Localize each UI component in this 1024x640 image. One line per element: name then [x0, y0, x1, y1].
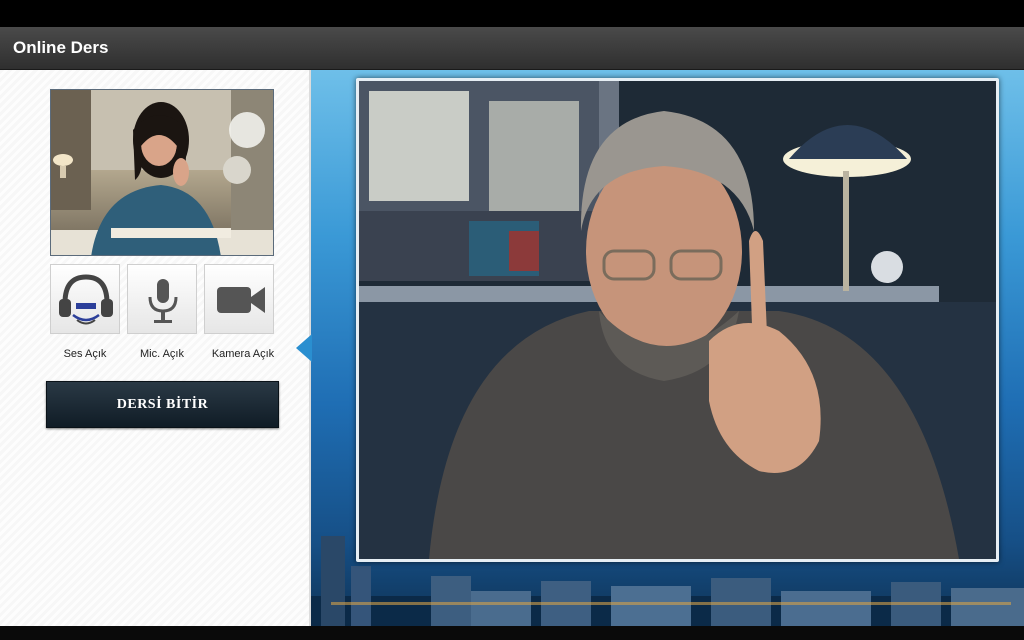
self-camera-preview	[50, 89, 274, 256]
app-title: Online Ders	[13, 38, 109, 57]
app-title-bar: Online Ders	[0, 27, 1024, 70]
system-navigation-bar	[0, 626, 1024, 640]
remote-participant-video	[356, 78, 999, 562]
headphones-icon	[59, 274, 113, 325]
system-status-bar	[0, 0, 1024, 27]
active-indicator-arrow	[296, 334, 312, 362]
microphone-icon	[148, 279, 178, 323]
microphone-toggle-button[interactable]	[127, 264, 197, 334]
microphone-status-label: Mic. Açık	[139, 348, 184, 360]
video-camera-icon	[217, 287, 265, 313]
sound-toggle-button[interactable]	[50, 264, 120, 334]
camera-toggle-button[interactable]	[204, 264, 274, 334]
end-lesson-button[interactable]: DERSİ BİTİR	[46, 381, 279, 428]
camera-status-label: Kamera Açık	[211, 348, 275, 360]
